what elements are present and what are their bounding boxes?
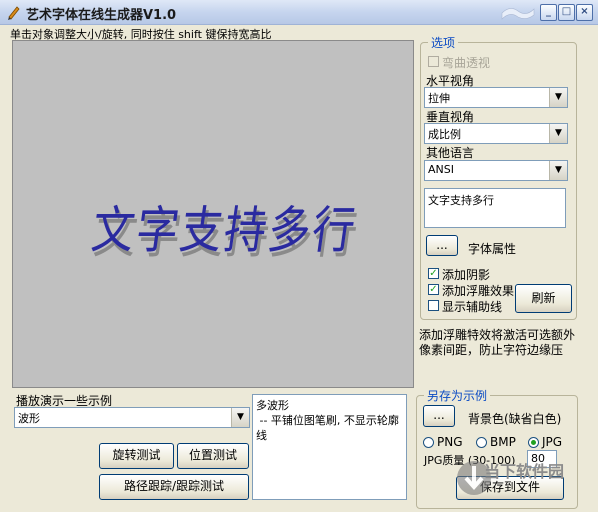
decorative-flag-icon (501, 8, 535, 20)
curve-label: 弯曲透视 (442, 56, 491, 70)
demo-value: 波形 (18, 412, 40, 425)
preview-canvas[interactable]: 文字支持多行 (12, 40, 414, 388)
other-lang-select[interactable]: ANSI ▼ (424, 160, 568, 181)
text-input[interactable]: 文字支持多行 (424, 188, 566, 228)
window-title: 艺术字体在线生成器V1.0 (26, 8, 177, 23)
save-legend: 另存为示例 (424, 387, 491, 404)
bg-color-button[interactable]: ... (423, 405, 455, 427)
font-button[interactable]: ... (426, 235, 458, 256)
options-legend: 选项 (428, 34, 459, 51)
chevron-down-icon[interactable]: ▼ (231, 408, 249, 427)
path-test-button[interactable]: 路径跟踪/跟踪测试 (99, 474, 249, 500)
demo-description[interactable]: 多波形 -- 平铺位图笔刷, 不显示轮廓线 (252, 394, 407, 500)
bg-color-label: 背景色(缺省白色) (468, 412, 562, 426)
emboss-checkbox[interactable]: ✓ (428, 284, 439, 295)
png-label: PNG (437, 435, 463, 449)
app-pencil-icon (8, 6, 20, 20)
refresh-button[interactable]: 刷新 (515, 284, 572, 313)
horizontal-value: 拉伸 (428, 92, 450, 105)
jpg-label: JPG (542, 435, 563, 449)
close-button[interactable]: × (576, 4, 593, 21)
chevron-down-icon[interactable]: ▼ (549, 161, 567, 180)
emboss-label: 添加浮雕效果 (442, 284, 515, 298)
guide-checkbox[interactable] (428, 300, 439, 311)
font-label: 字体属性 (468, 242, 517, 256)
horizontal-select[interactable]: 拉伸 ▼ (424, 87, 568, 108)
guide-label: 显示辅助线 (442, 300, 503, 314)
rotate-test-button[interactable]: 旋转测试 (99, 443, 174, 469)
watermark-text: 当下软件园 (484, 462, 565, 481)
curve-checkbox[interactable] (428, 56, 439, 67)
bmp-label: BMP (490, 435, 516, 449)
chevron-down-icon[interactable]: ▼ (549, 88, 567, 107)
other-lang-value: ANSI (428, 163, 454, 176)
jpg-radio[interactable] (528, 437, 539, 448)
other-lang-label: 其他语言 (426, 146, 475, 160)
art-text[interactable]: 文字支持多行 (88, 190, 362, 263)
position-test-button[interactable]: 位置测试 (177, 443, 249, 469)
shadow-checkbox[interactable]: ✓ (428, 268, 439, 279)
emboss-note: 添加浮雕特效将激活可选额外像素间距，防止字符边缘压 (419, 328, 576, 357)
chevron-down-icon[interactable]: ▼ (549, 124, 567, 143)
maximize-button[interactable]: □ (558, 4, 575, 21)
minimize-button[interactable]: _ (540, 4, 557, 21)
vertical-select[interactable]: 成比例 ▼ (424, 123, 568, 144)
demo-select[interactable]: 波形 ▼ (14, 407, 250, 428)
bmp-radio[interactable] (476, 437, 487, 448)
vertical-value: 成比例 (428, 128, 461, 141)
png-radio[interactable] (423, 437, 434, 448)
shadow-label: 添加阴影 (442, 268, 491, 282)
